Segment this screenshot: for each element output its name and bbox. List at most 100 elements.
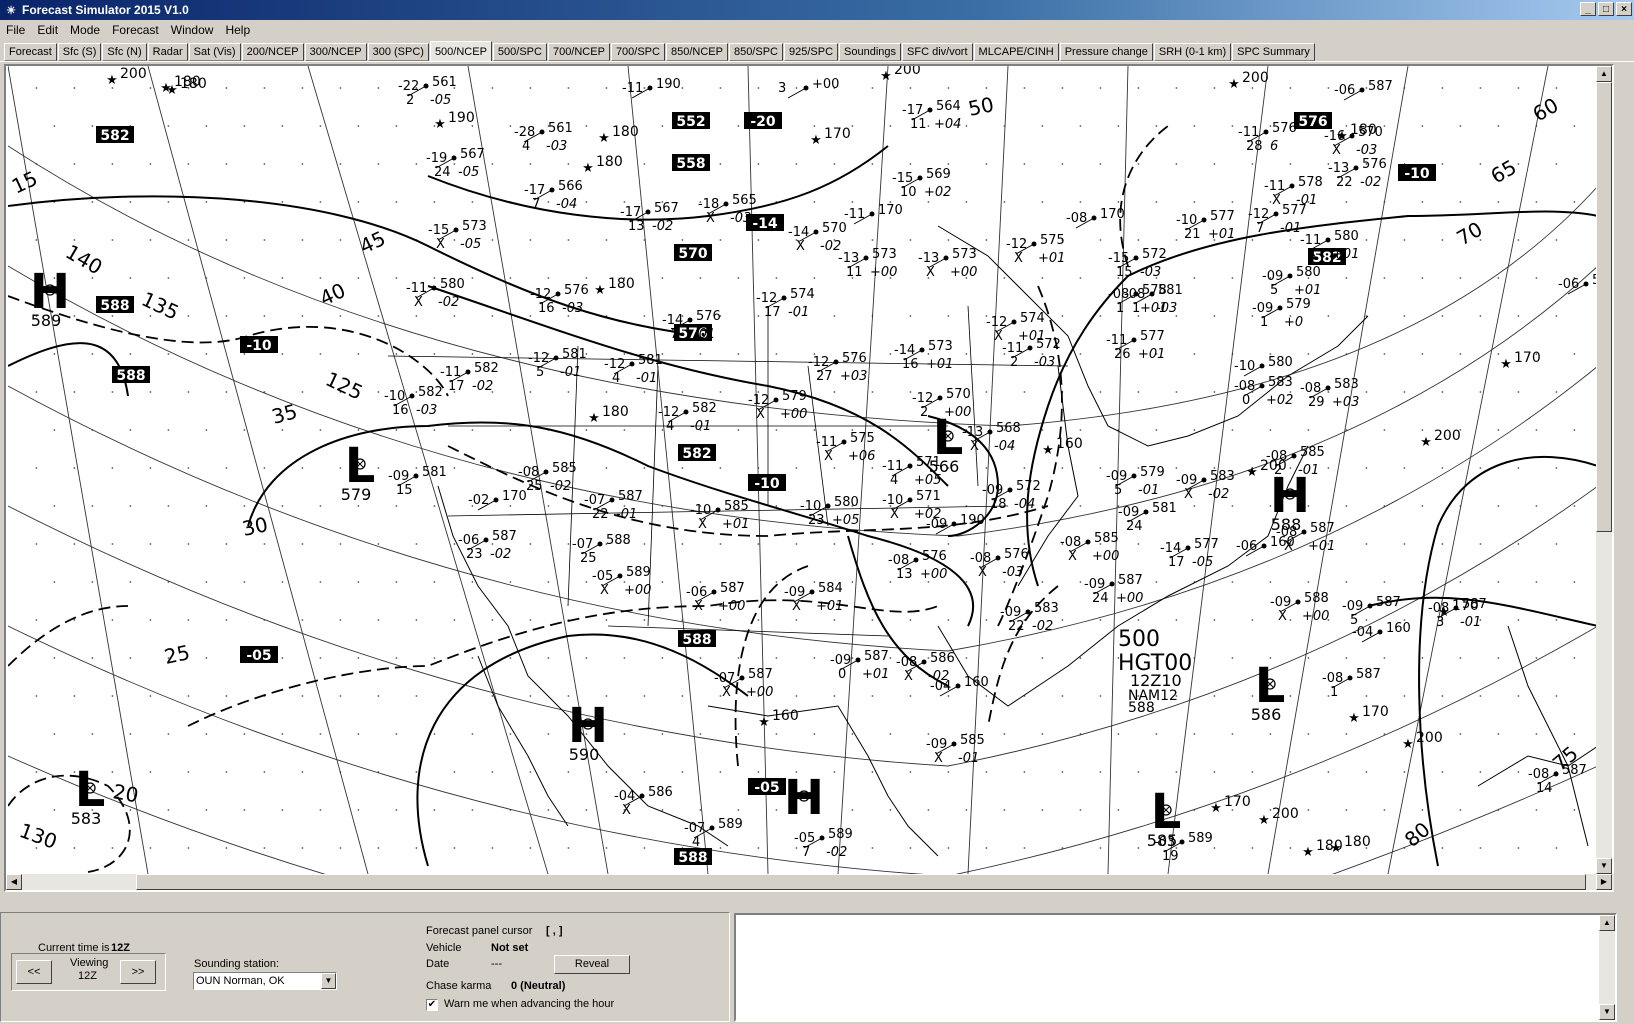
menu-window[interactable]: Window [165, 23, 220, 37]
station-temperature: -05 [794, 831, 815, 846]
grid-dot [319, 733, 322, 735]
tab-spc-summary[interactable]: SPC Summary [1232, 43, 1315, 61]
station-height: 576 [842, 351, 867, 366]
tab-sfc-n[interactable]: Sfc (N) [102, 43, 147, 61]
sounding-station-select[interactable]: OUN Norman, OK ▼ [193, 972, 337, 990]
tab-sat-vis[interactable]: Sat (Vis) [188, 43, 241, 61]
grid-dot [757, 619, 760, 621]
tab-500-ncep[interactable]: 500/NCEP [429, 41, 492, 61]
grid-dot [1573, 733, 1576, 735]
grid-dot [985, 163, 988, 165]
grid-dot [167, 277, 170, 279]
reveal-button[interactable]: Reveal [554, 955, 630, 974]
scroll-right-arrow-icon[interactable]: ▶ [1596, 874, 1612, 890]
tab-500-spc[interactable]: 500/SPC [492, 43, 547, 61]
weather-map[interactable]: 1545403530252050 606570758014013512513058… [8, 66, 1598, 874]
grid-dot [129, 277, 132, 279]
vertical-scroll-thumb[interactable] [1596, 82, 1612, 532]
tab-850-ncep[interactable]: 850/NCEP [665, 43, 728, 61]
message-area[interactable]: ▲ ▼ [734, 913, 1617, 1022]
menu-edit[interactable]: Edit [31, 23, 64, 37]
previous-hour-button[interactable]: << [16, 960, 52, 984]
scroll-down-arrow-icon[interactable]: ▼ [1596, 858, 1612, 874]
grid-dot [567, 163, 570, 165]
grid-dot [243, 125, 246, 127]
grid-dot [53, 809, 56, 811]
station-dewpoint: 5 [536, 365, 544, 380]
message-scroll-up-icon[interactable]: ▲ [1599, 915, 1615, 931]
tab-pressure-change[interactable]: Pressure change [1059, 43, 1153, 61]
station-dewpoint: X [1284, 539, 1293, 554]
tab-200-ncep[interactable]: 200/NCEP [241, 43, 304, 61]
longitude-label: 125 [322, 367, 367, 405]
station-height: 581 [422, 465, 447, 480]
horizontal-scroll-thumb[interactable] [136, 874, 1586, 890]
grid-dot [1365, 467, 1368, 469]
map-panel[interactable]: 15 45 40 35 30 25 20 50 60 65 70 75 80 140 135 125 130 58… [4, 64, 1614, 892]
grid-dot [1517, 87, 1520, 89]
message-scrollbar[interactable]: ▲ ▼ [1599, 915, 1615, 1020]
tab-forecast[interactable]: Forecast [4, 43, 57, 61]
station-height: 585 [724, 499, 749, 514]
station-change: -03 [1034, 355, 1055, 370]
grid-dot [395, 353, 398, 355]
grid-dot [319, 125, 322, 127]
maximize-button[interactable]: □ [1598, 2, 1614, 16]
station-change: -01 [1280, 221, 1301, 236]
menu-help[interactable]: Help [219, 23, 256, 37]
menu-forecast[interactable]: Forecast [106, 23, 165, 37]
map-vertical-scrollbar[interactable]: ▲ ▼ [1596, 66, 1612, 874]
tab-mlcape-cinh[interactable]: MLCAPE/CINH [973, 43, 1059, 61]
grid-dot [1573, 505, 1576, 507]
message-scroll-down-icon[interactable]: ▼ [1599, 1004, 1615, 1020]
tab-radar[interactable]: Radar [147, 43, 188, 61]
station-dewpoint: 4 [612, 371, 620, 386]
high-pressure-center-value: 590 [569, 745, 600, 764]
grid-dot [1289, 619, 1292, 621]
tab-300-ncep[interactable]: 300/NCEP [304, 43, 367, 61]
tab-sfc-s[interactable]: Sfc (S) [57, 43, 102, 61]
station-height: 578 [1298, 175, 1323, 190]
tab-sfc-div-vort[interactable]: SFC div/vort [902, 43, 973, 61]
scroll-left-arrow-icon[interactable]: ◀ [6, 874, 22, 890]
menu-file[interactable]: File [0, 23, 31, 37]
menu-mode[interactable]: Mode [64, 23, 106, 37]
grid-dot [947, 315, 950, 317]
station-temperature: -13 [838, 251, 859, 266]
grid-dot [53, 429, 56, 431]
grid-dot [1459, 353, 1462, 355]
station-temperature: -08 [1066, 211, 1087, 226]
grid-dot [453, 619, 456, 621]
grid-dot [529, 391, 532, 393]
station-plot[interactable] [787, 85, 809, 99]
station-change: -01 [694, 327, 715, 342]
star-label: 170 [1514, 350, 1541, 366]
station-change: +00 [1116, 591, 1143, 606]
dropdown-arrow-icon[interactable]: ▼ [321, 973, 336, 989]
tab-850-spc[interactable]: 850/SPC [728, 43, 783, 61]
tab-300-spc[interactable]: 300 (SPC) [367, 43, 429, 61]
tab-soundings[interactable]: Soundings [839, 43, 902, 61]
status-panel: Current time is 12Z << Viewing 12Z >> So… [0, 912, 1634, 1024]
grid-dot [491, 619, 494, 621]
title-bar: ☀ Forecast Simulator 2015 V1.0 _ □ × [0, 0, 1634, 20]
minimize-button[interactable]: _ [1580, 2, 1596, 16]
station-temperature: -13 [1328, 161, 1349, 176]
tab-700-spc[interactable]: 700/SPC [610, 43, 665, 61]
grid-dot [395, 581, 398, 583]
grid-dot [719, 619, 722, 621]
grid-dot [357, 429, 360, 431]
station-height: 589 [828, 827, 853, 842]
map-horizontal-scrollbar[interactable]: ◀ ▶ [6, 874, 1614, 890]
grid-dot [357, 125, 360, 127]
station-height: 587 [1310, 521, 1335, 536]
time-navigator: << Viewing 12Z >> [11, 953, 166, 991]
tab-700-ncep[interactable]: 700/NCEP [547, 43, 610, 61]
warn-checkbox[interactable]: ✔ [426, 999, 438, 1011]
scroll-up-arrow-icon[interactable]: ▲ [1596, 66, 1612, 82]
station-temperature: -09 [1000, 605, 1021, 620]
close-button[interactable]: × [1616, 2, 1632, 16]
next-hour-button[interactable]: >> [120, 960, 156, 984]
tab-srh-0-1-km[interactable]: SRH (0-1 km) [1153, 43, 1232, 61]
tab-925-spc[interactable]: 925/SPC [783, 43, 839, 61]
